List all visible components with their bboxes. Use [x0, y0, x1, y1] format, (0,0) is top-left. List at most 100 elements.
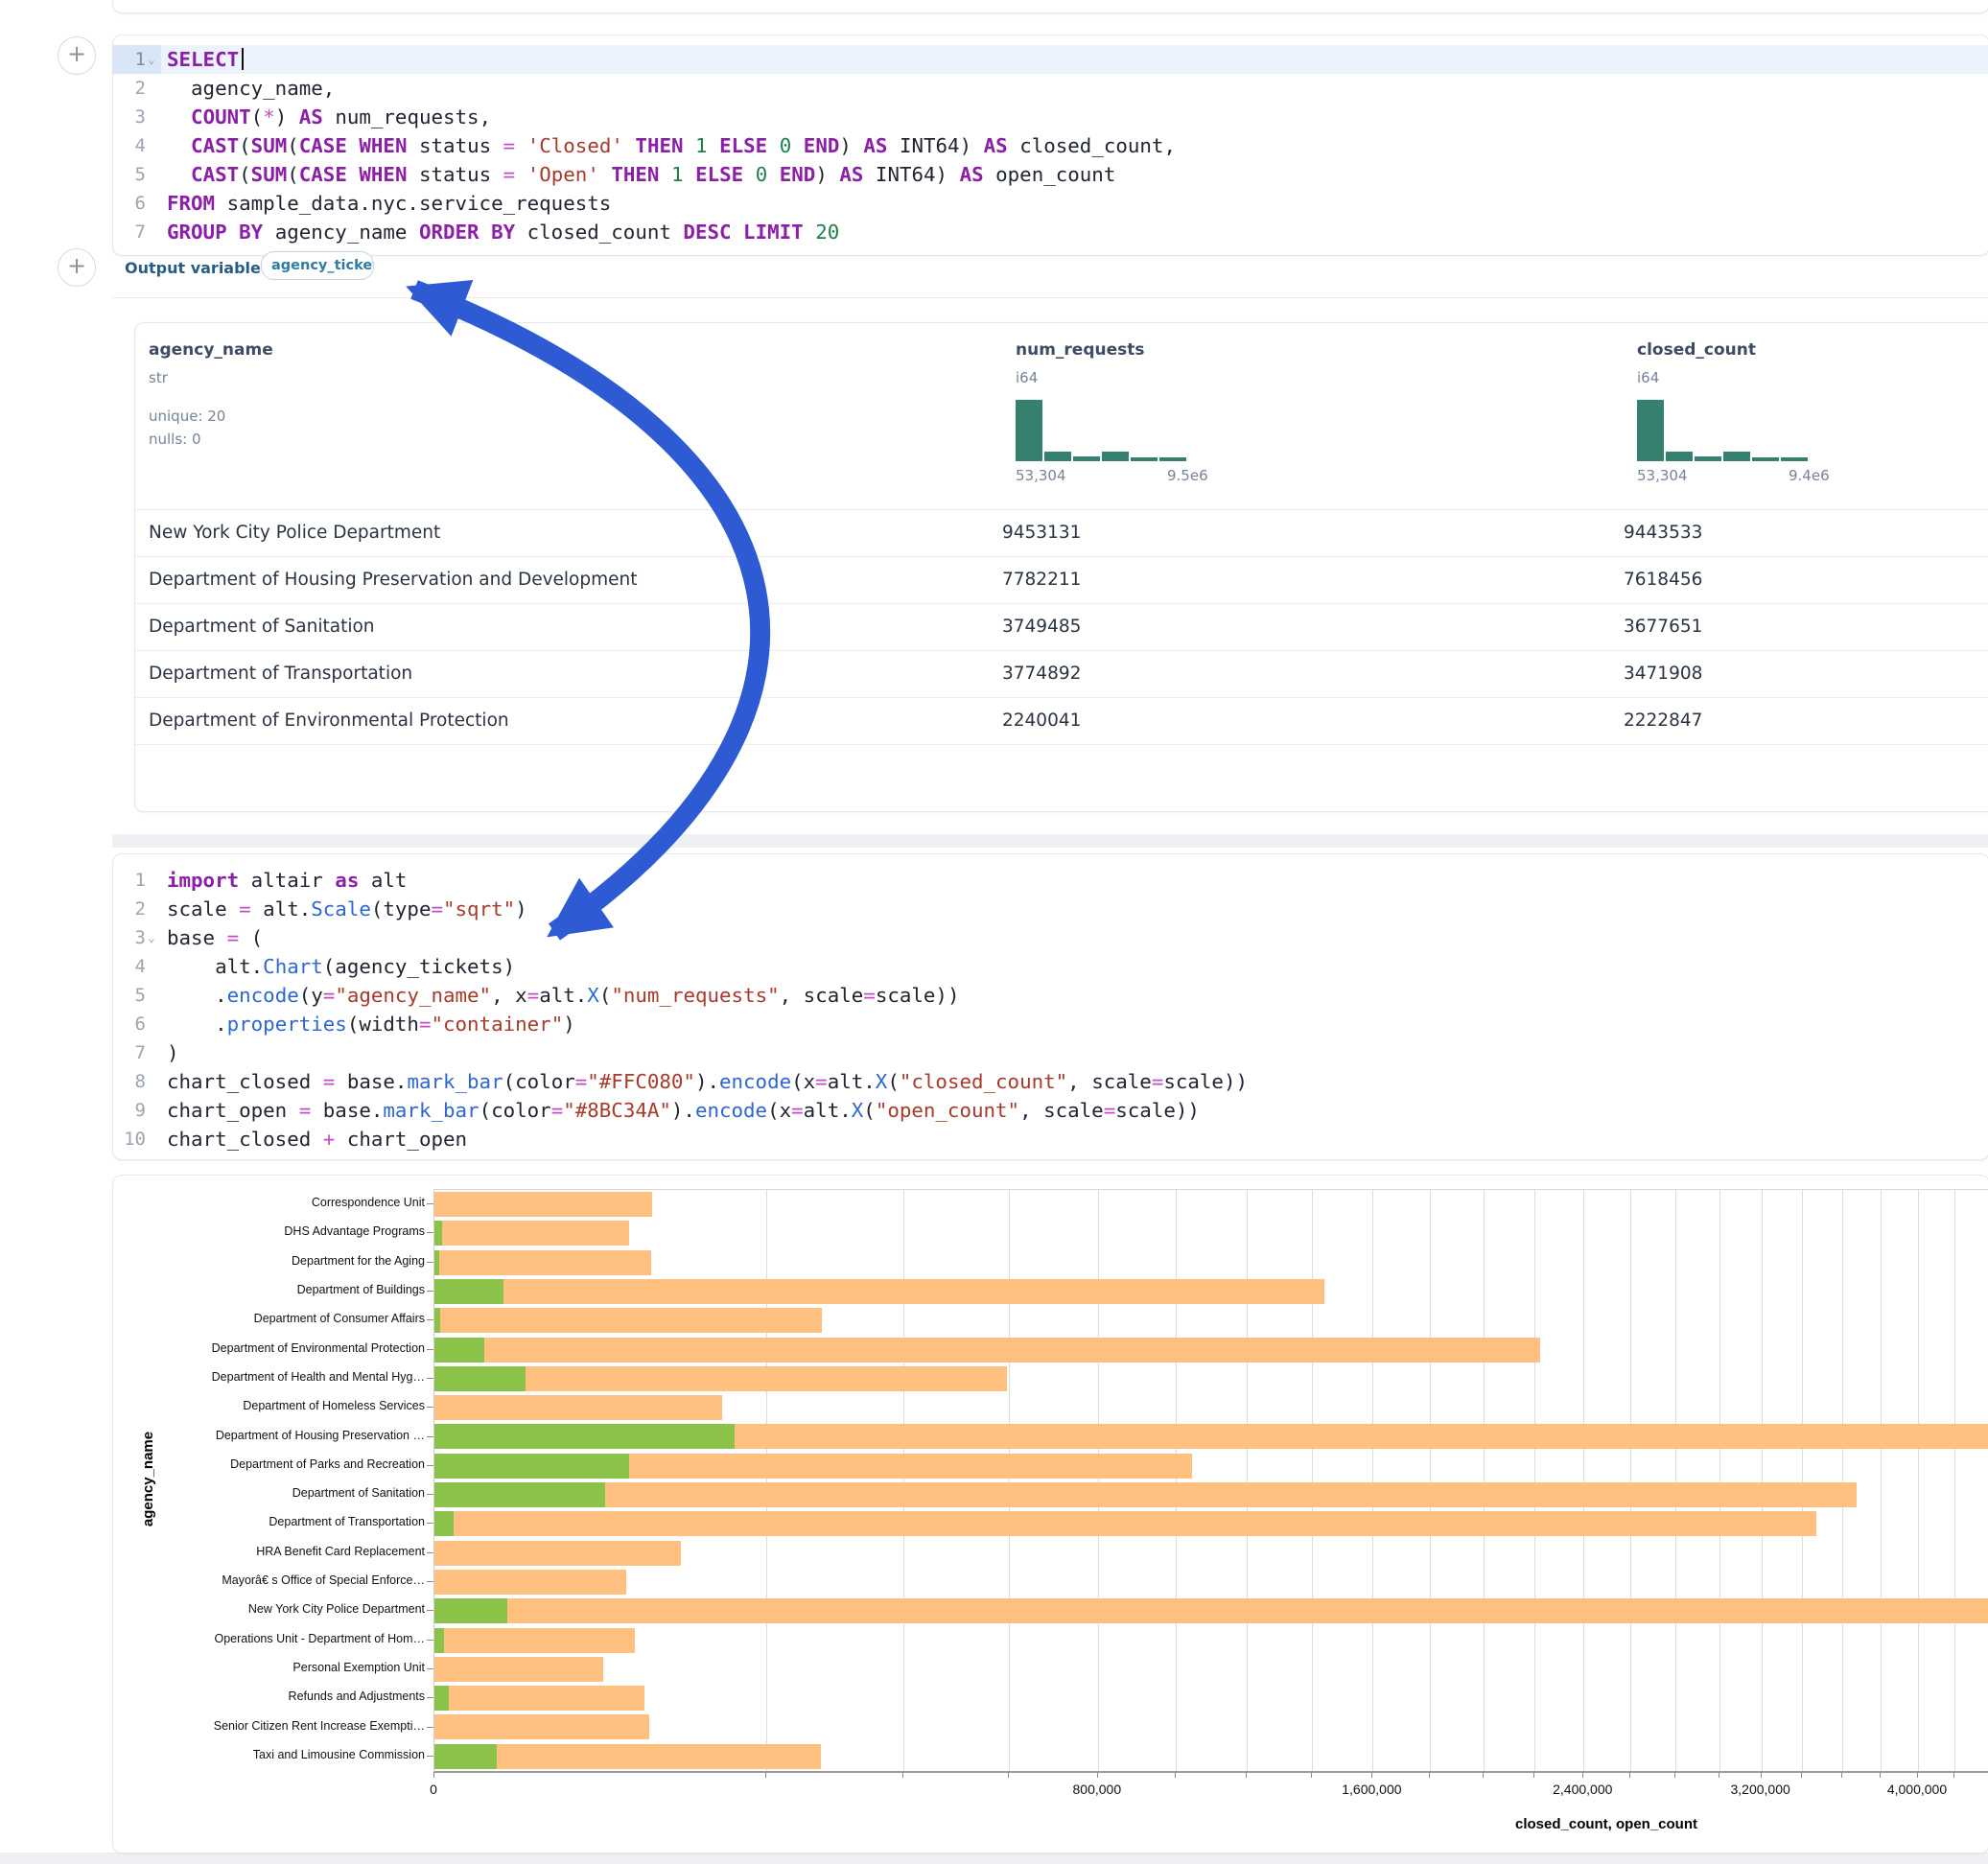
line-number: 7: [113, 1038, 161, 1067]
code-line[interactable]: 8chart_closed = base.mark_bar(color="#FF…: [113, 1067, 1988, 1096]
x-axis-tick: [1175, 1772, 1176, 1778]
table-row[interactable]: Department of Environmental Protection22…: [135, 697, 1988, 745]
code-line[interactable]: 6 .properties(width="container"): [113, 1010, 1988, 1038]
code-text: GROUP BY agency_name ORDER BY closed_cou…: [161, 218, 839, 246]
code-line[interactable]: 1import altair as alt: [113, 866, 1988, 895]
histogram-max: 9.5e6: [1167, 467, 1208, 484]
output-variable-pill[interactable]: agency_tickets: [261, 251, 374, 280]
y-axis-tick: [427, 1378, 433, 1379]
column-name: agency_name: [149, 340, 273, 360]
histogram-bar: [1695, 456, 1721, 461]
gridline: [1842, 1190, 1843, 1771]
y-axis-label: Department of Housing Preservation …: [216, 1429, 425, 1442]
bar-open-count: [434, 1598, 507, 1623]
bar-closed-count: [434, 1221, 629, 1246]
table-row[interactable]: Department of Housing Preservation and D…: [135, 556, 1988, 604]
gridline: [1630, 1190, 1631, 1771]
code-text: ): [161, 1038, 179, 1067]
y-axis-tick: [427, 1610, 433, 1611]
bar-closed-count: [434, 1482, 1857, 1507]
line-number: 8: [113, 1067, 161, 1096]
table-row[interactable]: Department of Transportation377489234719…: [135, 650, 1988, 698]
gridline: [1719, 1190, 1720, 1771]
x-axis-tick: [1533, 1772, 1534, 1778]
y-axis-label: Department for the Aging: [292, 1254, 425, 1268]
fold-chevron-icon[interactable]: ⌄: [148, 46, 155, 75]
cell-closed-count: 3677651: [1624, 603, 1702, 650]
code-text: chart_closed = base.mark_bar(color="#FFC…: [161, 1067, 1248, 1096]
code-text: FROM sample_data.nyc.service_requests: [161, 189, 611, 218]
x-axis-tick-label: 1,600,000: [1342, 1782, 1401, 1797]
table-header: agency_namestrunique: 20nulls: 0num_requ…: [135, 323, 1988, 510]
y-axis-tick: [427, 1523, 433, 1524]
add-cell-button-top[interactable]: +: [58, 36, 96, 75]
line-number: 3: [113, 103, 161, 131]
gridline: [903, 1190, 904, 1771]
code-line[interactable]: 7): [113, 1038, 1988, 1067]
python-code-editor[interactable]: 1import altair as alt2scale = alt.Scale(…: [113, 854, 1988, 1153]
line-number: 6: [113, 189, 161, 218]
column-type: i64: [1637, 369, 1659, 386]
code-line[interactable]: 3 COUNT(*) AS num_requests,: [113, 103, 1988, 131]
code-line[interactable]: 4 alt.Chart(agency_tickets): [113, 952, 1988, 981]
code-line[interactable]: 2scale = alt.Scale(type="sqrt"): [113, 895, 1988, 923]
bar-closed-count: [434, 1570, 626, 1595]
code-line[interactable]: 6FROM sample_data.nyc.service_requests: [113, 189, 1988, 218]
bar-closed-count: [434, 1628, 635, 1653]
y-axis-title: agency_name: [140, 1432, 156, 1526]
gridline: [1430, 1190, 1431, 1771]
code-line[interactable]: 7GROUP BY agency_name ORDER BY closed_co…: [113, 218, 1988, 246]
sql-code-editor[interactable]: 1⌄SELECT2 agency_name,3 COUNT(*) AS num_…: [113, 35, 1988, 246]
line-number: 10: [113, 1125, 161, 1153]
y-axis-label: Operations Unit - Department of Hom…: [214, 1632, 425, 1645]
gridline: [766, 1190, 767, 1771]
add-cell-button-output[interactable]: +: [58, 248, 96, 287]
code-text: CAST(SUM(CASE WHEN status = 'Closed' THE…: [161, 131, 1176, 160]
table-row[interactable]: Department of Sanitation37494853677651: [135, 603, 1988, 651]
code-line[interactable]: 10chart_closed + chart_open: [113, 1125, 1988, 1153]
table-row[interactable]: New York City Police Department945313194…: [135, 509, 1988, 557]
x-axis-tick: [1246, 1772, 1247, 1778]
x-axis-tick: [1429, 1772, 1430, 1778]
y-axis-label: HRA Benefit Card Replacement: [256, 1545, 425, 1558]
bar-open-count: [434, 1628, 444, 1653]
bar-closed-count: [434, 1686, 644, 1711]
histogram-min: 53,304: [1637, 467, 1688, 484]
y-axis-tick: [427, 1232, 433, 1233]
histogram-bar: [1131, 457, 1158, 461]
cell-num-requests: 3749485: [1002, 603, 1081, 650]
notebook-page: + + 1⌄SELECT2 agency_name,3 COUNT(*) AS …: [0, 0, 1988, 1864]
code-text: scale = alt.Scale(type="sqrt"): [161, 895, 527, 923]
fold-chevron-icon[interactable]: ⌄: [148, 924, 155, 953]
column-name: closed_count: [1637, 340, 1756, 360]
bar-open-count: [434, 1221, 442, 1246]
x-axis-tick: [1953, 1772, 1954, 1778]
sql-cell-card: 1⌄SELECT2 agency_name,3 COUNT(*) AS num_…: [112, 35, 1988, 256]
histogram-bar: [1723, 452, 1750, 461]
histogram-bar: [1073, 456, 1100, 461]
histogram-min: 53,304: [1016, 467, 1066, 484]
x-axis-tick: [1674, 1772, 1675, 1778]
x-axis-tick: [1311, 1772, 1312, 1778]
y-axis-label: Refunds and Adjustments: [289, 1689, 425, 1703]
line-number: 5: [113, 160, 161, 189]
code-line[interactable]: 5 CAST(SUM(CASE WHEN status = 'Open' THE…: [113, 160, 1988, 189]
chart-output-card: 0800,0001,600,0002,400,0003,200,0004,000…: [112, 1175, 1988, 1853]
y-axis-label: New York City Police Department: [248, 1602, 425, 1616]
y-axis-tick: [427, 1756, 433, 1757]
code-line[interactable]: 1⌄SELECT: [113, 45, 1988, 74]
code-line[interactable]: 4 CAST(SUM(CASE WHEN status = 'Closed' T…: [113, 131, 1988, 160]
gridline: [1954, 1190, 1955, 1771]
code-line[interactable]: 2 agency_name,: [113, 74, 1988, 103]
x-axis-tick: [1371, 1772, 1372, 1778]
code-line[interactable]: 5 .encode(y="agency_name", x=alt.X("num_…: [113, 981, 1988, 1010]
gridline: [1098, 1190, 1099, 1771]
gridline: [1484, 1190, 1485, 1771]
line-number: 4: [113, 952, 161, 981]
y-axis-tick: [427, 1494, 433, 1495]
code-line[interactable]: 9chart_open = base.mark_bar(color="#8BC3…: [113, 1096, 1988, 1125]
cell-agency-name: Department of Environmental Protection: [149, 697, 509, 744]
bar-closed-count: [434, 1511, 1816, 1536]
text-cursor: [242, 48, 244, 70]
code-line[interactable]: 3⌄base = (: [113, 923, 1988, 952]
